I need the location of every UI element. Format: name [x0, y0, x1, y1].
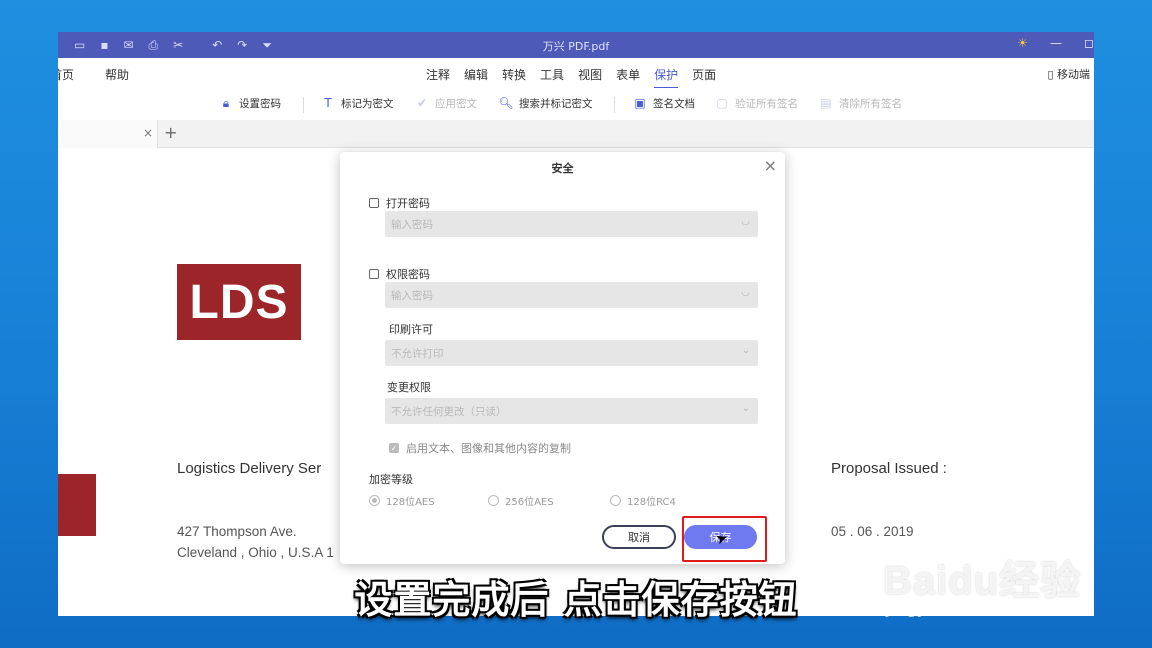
video-subtitle: 设置完成后 点击保存按钮 [354, 578, 798, 622]
change-permission-value: 不允许任何更改（只读） [391, 406, 507, 418]
radio-256-aes[interactable]: 256位AES [488, 493, 554, 508]
open-password-checkbox[interactable] [369, 198, 379, 208]
radio-button[interactable] [610, 495, 621, 506]
copy-content-label: 启用文本、图像和其他内容的复制 [406, 442, 571, 455]
permission-password-input[interactable]: 输入密码 ◡ [385, 282, 758, 308]
permission-password-checkbox[interactable] [369, 269, 379, 279]
open-password-placeholder: 输入密码 [391, 219, 433, 231]
chevron-down-icon: ⌄ [741, 345, 750, 356]
radio-label: 128位AES [386, 497, 435, 508]
security-dialog: 安全 × 打开密码 输入密码 ◡ 权限密码 输入密码 ◡ 印刷许可 不允许打印 … [340, 152, 785, 564]
dialog-title: 安全 [551, 162, 574, 175]
cancel-button[interactable]: 取消 [602, 525, 676, 549]
eye-icon[interactable]: ◡ [741, 287, 750, 298]
radio-label: 128位RC4 [627, 497, 676, 508]
change-permission-label: 变更权限 [387, 381, 431, 394]
permission-password-row: 权限密码 [369, 266, 430, 282]
open-password-row: 打开密码 [369, 195, 430, 211]
chevron-down-icon: ⌄ [741, 403, 750, 414]
radio-button[interactable] [488, 495, 499, 506]
change-permission-select[interactable]: 不允许任何更改（只读） ⌄ [385, 398, 758, 424]
radio-label: 256位AES [505, 497, 554, 508]
eye-icon[interactable]: ◡ [741, 216, 750, 227]
print-permission-select[interactable]: 不允许打印 ⌄ [385, 340, 758, 366]
dialog-layer: 安全 × 打开密码 输入密码 ◡ 权限密码 输入密码 ◡ 印刷许可 不允许打印 … [0, 0, 1152, 648]
permission-password-label: 权限密码 [386, 268, 430, 281]
close-icon[interactable]: × [764, 156, 777, 175]
permission-password-placeholder: 输入密码 [391, 290, 433, 302]
print-permission-value: 不允许打印 [391, 348, 444, 360]
encryption-level-label: 加密等级 [369, 473, 413, 486]
radio-button[interactable] [369, 495, 380, 506]
open-password-label: 打开密码 [386, 197, 430, 210]
radio-128-rc4[interactable]: 128位RC4 [610, 493, 676, 508]
copy-content-checkbox[interactable]: ✓ [389, 443, 399, 453]
open-password-input[interactable]: 输入密码 ◡ [385, 211, 758, 237]
copy-content-row: ✓ 启用文本、图像和其他内容的复制 [389, 440, 571, 456]
radio-128-aes[interactable]: 128位AES [369, 493, 435, 508]
print-permission-label: 印刷许可 [389, 323, 433, 336]
